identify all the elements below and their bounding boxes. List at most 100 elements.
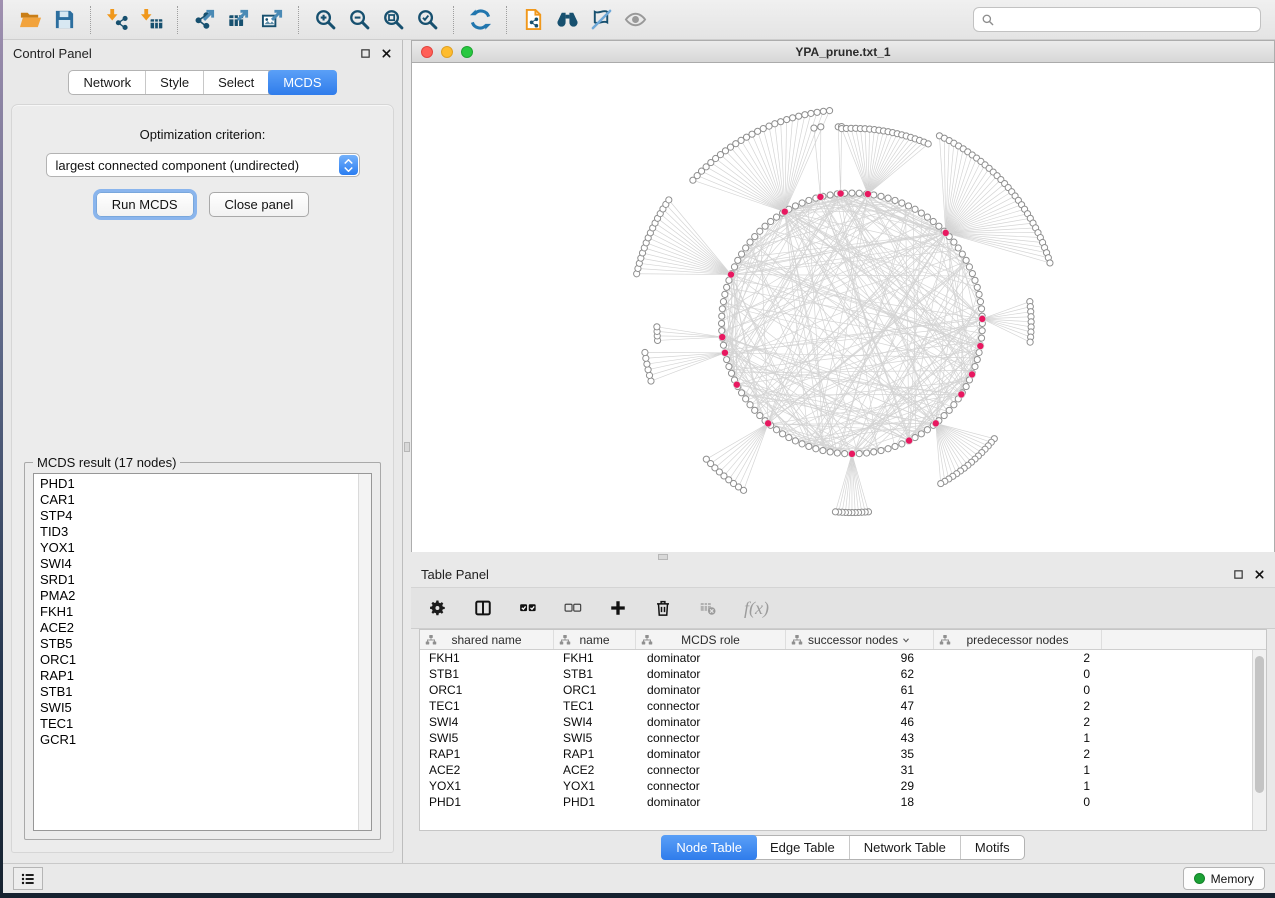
horizontal-splitter[interactable]: [411, 552, 1275, 561]
open-session-button[interactable]: [13, 4, 47, 36]
close-panel-icon[interactable]: [381, 48, 392, 59]
add-column-button[interactable]: [609, 599, 627, 617]
float-panel-icon[interactable]: [1233, 569, 1244, 580]
tab-network[interactable]: Network: [69, 71, 146, 94]
control-panel: Control Panel NetworkStyleSelectMCDS Opt…: [3, 40, 403, 863]
binoculars-button[interactable]: [550, 4, 584, 36]
mcds-result-item[interactable]: TID3: [40, 524, 358, 540]
mcds-result-item[interactable]: SRD1: [40, 572, 358, 588]
import-network-button[interactable]: [100, 4, 134, 36]
mcds-result-item[interactable]: STP4: [40, 508, 358, 524]
network-graph[interactable]: [412, 63, 1274, 552]
table-row[interactable]: ORC1ORC1dominator610: [420, 682, 1266, 698]
export-image-button[interactable]: [255, 4, 289, 36]
column-header-MCDS-role[interactable]: MCDS role: [636, 630, 786, 649]
mcds-result-item[interactable]: PHD1: [40, 476, 358, 492]
zoom-in-button[interactable]: [308, 4, 342, 36]
memory-label: Memory: [1211, 872, 1254, 886]
network-document-icon: [522, 8, 545, 31]
table-row[interactable]: TEC1TEC1connector472: [420, 698, 1266, 714]
tab-motifs[interactable]: Motifs: [961, 836, 1024, 859]
mcds-result-item[interactable]: YOX1: [40, 540, 358, 556]
tab-style[interactable]: Style: [146, 71, 204, 94]
close-panel-icon[interactable]: [1254, 569, 1265, 580]
table-row[interactable]: ACE2ACE2connector311: [420, 762, 1266, 778]
sitemap-icon: [559, 634, 571, 646]
result-scrollbar[interactable]: [358, 474, 371, 830]
run-mcds-button[interactable]: Run MCDS: [96, 192, 194, 217]
delete-column-button[interactable]: [654, 599, 672, 617]
mcds-result-item[interactable]: ACE2: [40, 620, 358, 636]
mcds-result-item[interactable]: TEC1: [40, 716, 358, 732]
tab-node-table[interactable]: Node Table: [661, 835, 757, 860]
mcds-result-item[interactable]: ORC1: [40, 652, 358, 668]
list-icon: [20, 871, 36, 887]
mcds-result-item[interactable]: STB1: [40, 684, 358, 700]
toolbar-separator: [177, 6, 178, 34]
refresh-button[interactable]: [463, 4, 497, 36]
table-row[interactable]: SWI4SWI4dominator462: [420, 714, 1266, 730]
tab-mcds[interactable]: MCDS: [268, 70, 336, 95]
column-header-successor-nodes[interactable]: successor nodes: [786, 630, 934, 649]
zoom-out-button[interactable]: [342, 4, 376, 36]
zoom-selected-button[interactable]: [410, 4, 444, 36]
column-header-name[interactable]: name: [554, 630, 636, 649]
zoom-selected-icon: [416, 8, 439, 31]
mcds-result-item[interactable]: SWI4: [40, 556, 358, 572]
tab-network-table[interactable]: Network Table: [850, 836, 961, 859]
splitter-handle[interactable]: [404, 442, 410, 452]
network-titlebar[interactable]: YPA_prune.txt_1: [412, 41, 1274, 63]
network-canvas[interactable]: [412, 63, 1274, 552]
mcds-result-item[interactable]: SWI5: [40, 700, 358, 716]
status-bar: Memory: [3, 863, 1275, 893]
network-search-box[interactable]: [973, 7, 1261, 32]
mcds-tab-pane: Optimization criterion: largest connecte…: [11, 104, 394, 853]
toolbar-separator: [298, 6, 299, 34]
graphics-details-button[interactable]: [584, 4, 618, 36]
mcds-result-list[interactable]: PHD1CAR1STP4TID3YOX1SWI4SRD1PMA2FKH1ACE2…: [33, 473, 372, 831]
memory-button[interactable]: Memory: [1183, 867, 1265, 890]
function-builder-button: f(x): [744, 598, 769, 619]
criterion-dropdown[interactable]: largest connected component (undirected): [46, 153, 360, 177]
toggle-columns-button[interactable]: [474, 599, 492, 617]
select-all-button[interactable]: [519, 599, 537, 617]
vertical-splitter[interactable]: [403, 40, 411, 863]
clear-selection-button[interactable]: [564, 599, 582, 617]
close-panel-button[interactable]: Close panel: [209, 192, 310, 217]
task-history-button[interactable]: [13, 867, 43, 890]
mcds-result-item[interactable]: STB5: [40, 636, 358, 652]
save-session-button[interactable]: [47, 4, 81, 36]
column-header-predecessor-nodes[interactable]: predecessor nodes: [934, 630, 1102, 649]
node-table: shared namenameMCDS rolesuccessor nodesp…: [419, 629, 1267, 831]
mcds-result-item[interactable]: RAP1: [40, 668, 358, 684]
search-input[interactable]: [1000, 12, 1253, 27]
scrollbar-thumb[interactable]: [1255, 656, 1264, 793]
tab-edge-table[interactable]: Edge Table: [756, 836, 850, 859]
table-row[interactable]: YOX1YOX1connector291: [420, 778, 1266, 794]
network-document-button[interactable]: [516, 4, 550, 36]
mcds-result-item[interactable]: CAR1: [40, 492, 358, 508]
export-network-button[interactable]: [187, 4, 221, 36]
refresh-icon: [469, 8, 492, 31]
import-table-button[interactable]: [134, 4, 168, 36]
tab-select[interactable]: Select: [204, 71, 269, 94]
mcds-result-item[interactable]: PMA2: [40, 588, 358, 604]
export-table-button[interactable]: [221, 4, 255, 36]
eye-button[interactable]: [618, 4, 652, 36]
criterion-value: largest connected component (undirected): [56, 158, 339, 173]
table-row[interactable]: RAP1RAP1dominator352: [420, 746, 1266, 762]
column-header-shared-name[interactable]: shared name: [420, 630, 554, 649]
splitter-handle[interactable]: [658, 554, 668, 560]
table-row[interactable]: FKH1FKH1dominator962: [420, 650, 1266, 666]
table-row[interactable]: SWI5SWI5connector431: [420, 730, 1266, 746]
settings-gear-button[interactable]: [429, 599, 447, 617]
select-all-icon: [519, 599, 537, 617]
table-row[interactable]: PHD1PHD1dominator180: [420, 794, 1266, 810]
mcds-result-item[interactable]: FKH1: [40, 604, 358, 620]
mcds-result-item[interactable]: GCR1: [40, 732, 358, 748]
table-scrollbar[interactable]: [1252, 650, 1266, 830]
zoom-fit-button[interactable]: [376, 4, 410, 36]
float-panel-icon[interactable]: [360, 48, 371, 59]
table-row[interactable]: STB1STB1dominator620: [420, 666, 1266, 682]
function-builder-icon: f(x): [744, 598, 769, 619]
